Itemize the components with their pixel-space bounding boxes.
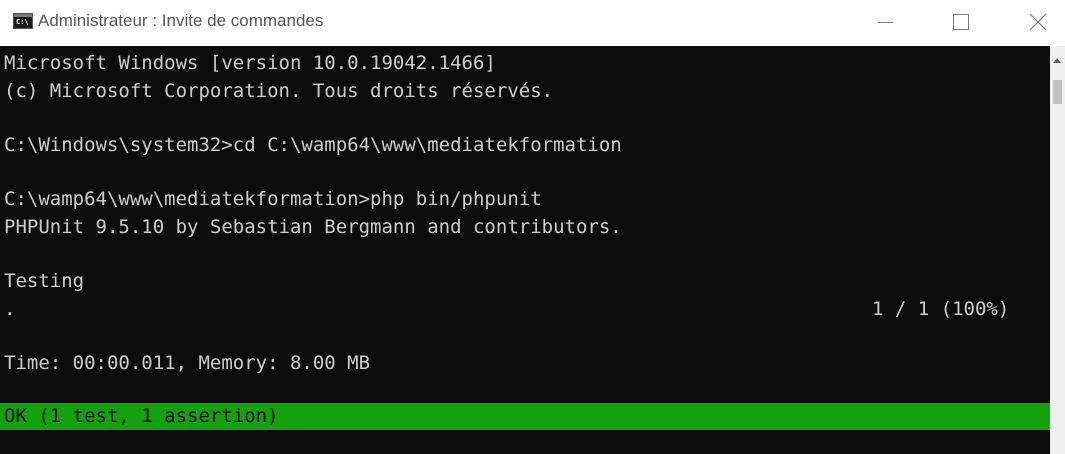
console-line: . <box>4 298 16 320</box>
console-line: Time: 00:00.011, Memory: 8.00 MB <box>4 352 371 374</box>
scroll-thumb[interactable] <box>1053 80 1062 104</box>
console-line: C:\wamp64\www\mediatekformation>php bin/… <box>4 188 542 210</box>
close-button[interactable] <box>1009 0 1065 46</box>
title-bar[interactable]: C:\ Administrateur : Invite de commandes <box>0 0 1065 46</box>
test-progress: 1 / 1 (100%) <box>872 298 1010 320</box>
console-line: Microsoft Windows [version 10.0.19042.14… <box>4 52 496 74</box>
test-result-text: OK (1 test, 1 assertion) <box>4 405 279 427</box>
close-icon <box>1029 13 1047 31</box>
console-line: C:\Windows\system32>cd C:\wamp64\www\med… <box>4 134 622 156</box>
vertical-scrollbar[interactable] <box>1050 46 1065 454</box>
minimize-icon <box>878 22 893 23</box>
console-line: PHPUnit 9.5.10 by Sebastian Bergmann and… <box>4 216 622 238</box>
minimize-button[interactable] <box>856 0 912 46</box>
window-title: Administrateur : Invite de commandes <box>38 11 324 30</box>
maximize-icon <box>953 14 969 30</box>
console-line: (c) Microsoft Corporation. Tous droits r… <box>4 80 554 102</box>
test-result-bar: OK (1 test, 1 assertion) <box>0 403 1050 430</box>
cmd-icon[interactable]: C:\ <box>13 13 33 29</box>
console-line: Testing <box>4 270 85 292</box>
console-output[interactable]: Microsoft Windows [version 10.0.19042.14… <box>0 46 1050 454</box>
maximize-button[interactable] <box>932 0 988 46</box>
scroll-up-arrow-icon[interactable] <box>1053 58 1061 63</box>
